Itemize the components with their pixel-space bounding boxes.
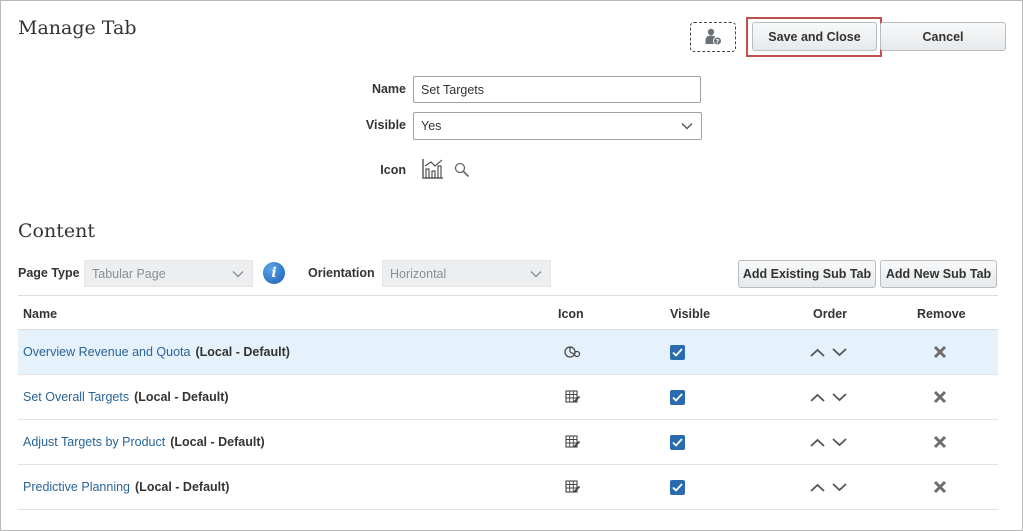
chevron-down-icon [232,267,244,281]
remove-icon[interactable] [933,345,947,359]
chart-icon [421,157,445,179]
visible-checkbox[interactable] [670,344,685,360]
visible-checkbox[interactable] [670,389,685,405]
save-and-close-button[interactable]: Save and Close [752,22,877,51]
column-header-remove: Remove [917,306,966,321]
icon-label: Icon [380,163,406,177]
move-up-icon[interactable] [810,483,825,492]
sub-tab-source: (Local - Default) [135,480,230,494]
column-header-order: Order [813,306,848,321]
sub-tab-name-link[interactable]: Overview Revenue and Quota [23,345,190,359]
table-row[interactable]: Set Overall Targets (Local - Default) [18,375,998,420]
page-title: Manage Tab [18,17,137,39]
sub-tab-name-link[interactable]: Adjust Targets by Product [23,435,165,449]
user-help-button[interactable]: ? [690,22,736,52]
table-header: Name Icon Visible Order Remove [18,295,998,330]
table-row[interactable]: Overview Revenue and Quota (Local - Defa… [18,330,998,375]
content-section-title: Content [18,220,95,242]
column-header-visible: Visible [670,306,711,321]
name-label: Name [371,82,406,96]
orientation-select: Horizontal [382,260,551,287]
sub-tab-source: (Local - Default) [134,390,229,404]
remove-icon[interactable] [933,480,947,494]
move-up-icon[interactable] [810,438,825,447]
page-type-select: Tabular Page [84,260,253,287]
person-help-icon: ? [703,27,723,47]
chevron-down-icon [530,267,542,281]
move-up-icon[interactable] [810,348,825,357]
cancel-button[interactable]: Cancel [880,22,1006,51]
orientation-value: Horizontal [390,266,447,281]
visible-label: Visible [365,118,406,132]
sub-tab-source: (Local - Default) [195,345,290,359]
sub-tab-name-link[interactable]: Predictive Planning [23,480,130,494]
visible-checkbox[interactable] [670,434,685,450]
column-header-icon: Icon [558,306,584,321]
page-type-value: Tabular Page [92,266,166,281]
name-input[interactable]: Set Targets [413,76,701,103]
sub-tab-source: (Local - Default) [170,435,265,449]
orientation-label: Orientation [308,266,375,280]
chevron-down-icon [681,119,693,133]
sub-tab-name-link[interactable]: Set Overall Targets [23,390,129,404]
move-down-icon[interactable] [832,437,847,447]
column-header-name: Name [23,306,58,321]
table-row[interactable]: Adjust Targets by Product (Local - Defau… [18,420,998,465]
add-new-sub-tab-button[interactable]: Add New Sub Tab [880,260,997,288]
visible-select-value: Yes [421,119,442,133]
grid-edit-icon [565,390,581,404]
visible-select[interactable]: Yes [413,112,702,140]
table-row[interactable]: Predictive Planning (Local - Default) [18,465,998,510]
svg-text:?: ? [716,38,720,46]
remove-icon[interactable] [933,435,947,449]
add-existing-sub-tab-button[interactable]: Add Existing Sub Tab [738,260,876,288]
move-down-icon[interactable] [832,482,847,492]
remove-icon[interactable] [933,390,947,404]
dashboard-icon [564,345,581,359]
move-down-icon[interactable] [832,392,847,402]
move-down-icon[interactable] [832,347,847,357]
page-type-label: Page Type [18,266,80,280]
move-up-icon[interactable] [810,393,825,402]
grid-edit-icon [565,435,581,449]
grid-edit-icon [565,480,581,494]
search-icon[interactable] [454,162,470,178]
info-icon[interactable]: i [263,262,285,284]
visible-checkbox[interactable] [670,479,685,495]
sub-tabs-table: Name Icon Visible Order Remove Overview … [18,295,998,510]
